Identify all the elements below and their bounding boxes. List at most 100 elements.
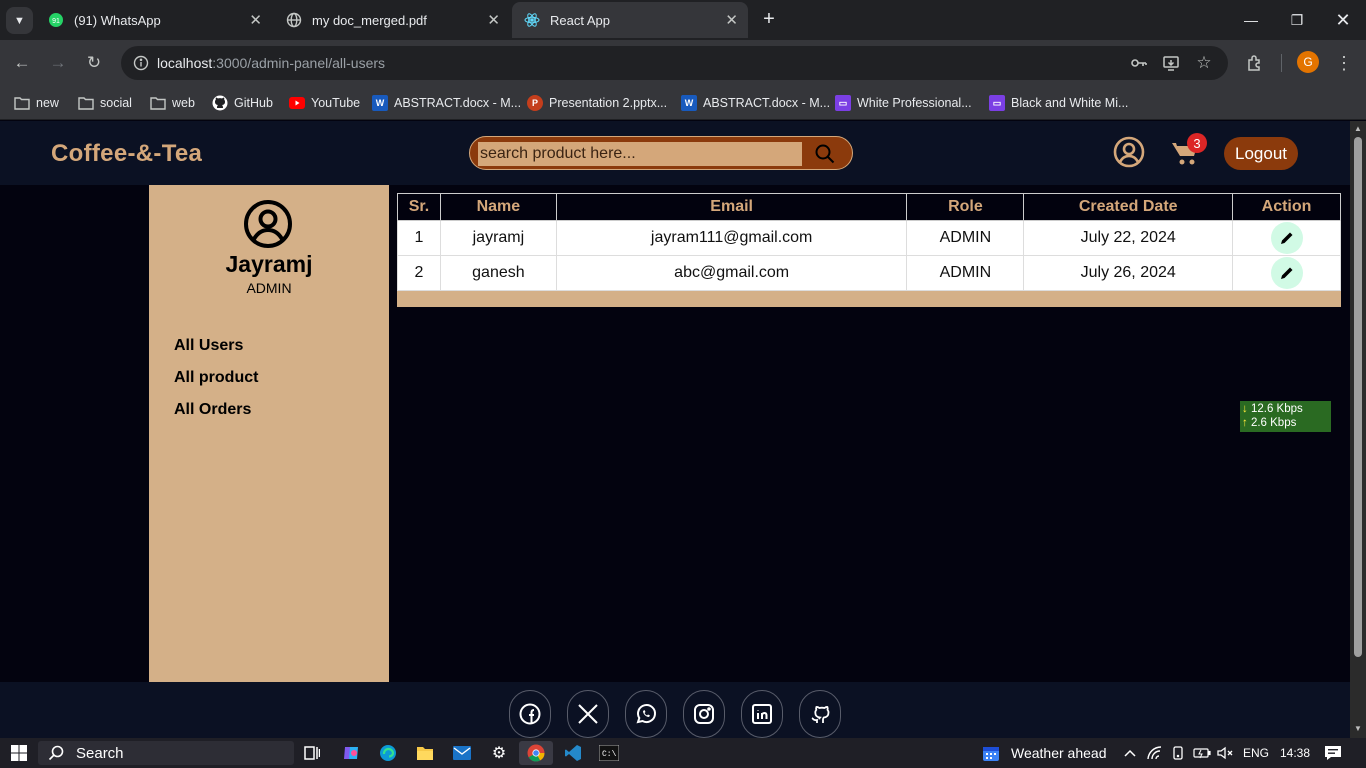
whatsapp-icon[interactable] bbox=[625, 690, 667, 738]
windows-start-icon[interactable] bbox=[8, 741, 30, 765]
bookmark-label: White Professional... bbox=[857, 96, 972, 110]
facebook-icon[interactable] bbox=[509, 690, 551, 738]
browser-menu-icon[interactable]: ⋮ bbox=[1330, 49, 1358, 77]
taskbar-search-label: Search bbox=[76, 744, 124, 762]
x-icon[interactable] bbox=[567, 690, 609, 738]
user-avatar-icon bbox=[243, 199, 293, 249]
column-header-action: Action bbox=[1232, 193, 1341, 221]
close-icon[interactable]: ✕ bbox=[725, 11, 738, 29]
volume-muted-icon[interactable] bbox=[1217, 741, 1233, 765]
column-header-email: Email bbox=[555, 193, 908, 221]
bookmark-abstract-1[interactable]: W ABSTRACT.docx - M... bbox=[372, 93, 521, 113]
word-icon: W bbox=[372, 95, 388, 111]
bookmark-web[interactable]: web bbox=[150, 93, 195, 113]
weather-label[interactable]: Weather ahead bbox=[1011, 741, 1106, 765]
cell-name: ganesh bbox=[439, 255, 557, 291]
sidebar-link-all-users[interactable]: All Users bbox=[174, 337, 243, 355]
bookmark-label: YouTube bbox=[311, 96, 361, 110]
scroll-down-arrow[interactable]: ▼ bbox=[1354, 724, 1362, 733]
bookmark-youtube[interactable]: YouTube bbox=[289, 93, 360, 113]
close-icon[interactable]: ✕ bbox=[487, 11, 500, 29]
edit-user-button[interactable] bbox=[1270, 222, 1303, 254]
settings-gear-icon[interactable]: ⚙ bbox=[489, 741, 509, 765]
linkedin-icon[interactable] bbox=[741, 690, 783, 738]
install-app-icon[interactable] bbox=[1160, 52, 1182, 74]
pencil-icon bbox=[1280, 267, 1293, 279]
password-key-icon[interactable] bbox=[1128, 52, 1150, 74]
sidebar-link-all-orders[interactable]: All Orders bbox=[174, 401, 251, 419]
new-tab-button[interactable]: + bbox=[756, 6, 782, 32]
edit-user-button[interactable] bbox=[1270, 257, 1303, 289]
scrollbar-thumb[interactable] bbox=[1354, 137, 1362, 657]
whatsapp-icon: 91 bbox=[48, 12, 64, 28]
canva-icon: ▭ bbox=[989, 95, 1005, 111]
bookmark-black-white[interactable]: ▭ Black and White Mi... bbox=[989, 93, 1128, 113]
back-button[interactable]: ← bbox=[8, 49, 36, 77]
keyboard-language[interactable]: ENG bbox=[1243, 741, 1269, 765]
reload-button[interactable]: ↻ bbox=[80, 49, 108, 77]
mail-icon[interactable] bbox=[452, 741, 472, 765]
address-bar[interactable]: localhost:3000/admin-panel/all-users ☆ bbox=[121, 46, 1228, 80]
word-icon: W bbox=[681, 95, 697, 111]
tab-whatsapp[interactable]: 91 (91) WhatsApp ✕ bbox=[36, 2, 272, 38]
column-header-name: Name bbox=[439, 193, 557, 221]
bookmarks-bar: new social web GitHub YouTube W ABSTRACT.… bbox=[0, 86, 1366, 120]
bookmark-star-icon[interactable]: ☆ bbox=[1193, 52, 1215, 74]
weather-icon[interactable] bbox=[980, 741, 1002, 765]
search-icon bbox=[48, 745, 64, 761]
task-view-icon[interactable] bbox=[302, 741, 322, 765]
phone-link-icon[interactable] bbox=[1170, 741, 1186, 765]
close-icon[interactable]: ✕ bbox=[249, 11, 262, 29]
sidebar-link-all-product[interactable]: All product bbox=[174, 369, 258, 387]
notifications-icon[interactable] bbox=[1323, 741, 1343, 765]
url-host: localhost bbox=[157, 55, 213, 71]
product-search-input[interactable] bbox=[478, 142, 802, 166]
extensions-icon[interactable] bbox=[1241, 49, 1269, 77]
scroll-up-arrow[interactable]: ▲ bbox=[1354, 124, 1362, 133]
tab-pdf[interactable]: my doc_merged.pdf ✕ bbox=[274, 2, 510, 38]
instagram-icon[interactable] bbox=[683, 690, 725, 738]
cell-role: ADMIN bbox=[906, 220, 1025, 256]
page-scrollbar[interactable]: ▲ ▼ bbox=[1350, 121, 1366, 738]
bookmark-presentation[interactable]: P Presentation 2.pptx... bbox=[527, 93, 667, 113]
tab-search-button[interactable]: ▼ bbox=[6, 7, 33, 34]
edge-browser-icon[interactable] bbox=[378, 741, 398, 765]
copilot-icon[interactable] bbox=[341, 741, 361, 765]
logout-button[interactable]: Logout bbox=[1224, 137, 1298, 170]
bookmark-new[interactable]: new bbox=[14, 93, 59, 113]
github-icon[interactable] bbox=[799, 690, 841, 738]
bookmark-white-professional[interactable]: ▭ White Professional... bbox=[835, 93, 972, 113]
cell-email: jayram111@gmail.com bbox=[555, 220, 908, 256]
vscode-icon[interactable] bbox=[563, 741, 583, 765]
battery-icon[interactable] bbox=[1193, 741, 1211, 765]
chevron-up-icon[interactable] bbox=[1122, 741, 1138, 765]
github-icon bbox=[212, 95, 228, 111]
chrome-taskbar-icon[interactable] bbox=[519, 741, 553, 765]
terminal-icon[interactable]: C:\ bbox=[598, 741, 620, 765]
url-text[interactable]: localhost:3000/admin-panel/all-users bbox=[157, 55, 385, 71]
file-explorer-icon[interactable] bbox=[415, 741, 435, 765]
wifi-icon[interactable] bbox=[1147, 741, 1163, 765]
search-icon[interactable] bbox=[814, 143, 836, 165]
download-speed: ↓ 12.6 Kbps bbox=[1242, 403, 1303, 415]
site-info-icon[interactable] bbox=[129, 51, 153, 75]
forward-button[interactable]: → bbox=[44, 49, 72, 77]
tab-react-app[interactable]: React App ✕ bbox=[512, 2, 748, 38]
user-profile-icon[interactable] bbox=[1113, 136, 1145, 168]
bookmark-social[interactable]: social bbox=[78, 93, 132, 113]
window-close-button[interactable]: ✕ bbox=[1320, 0, 1366, 40]
upload-speed-value: 2.6 Kbps bbox=[1250, 417, 1297, 429]
web-page: Coffee-&-Tea 3 Logout Jayramj ADMIN All … bbox=[0, 121, 1350, 738]
youtube-icon bbox=[289, 95, 305, 111]
profile-avatar[interactable]: G bbox=[1297, 51, 1319, 73]
powerpoint-icon: P bbox=[527, 95, 543, 111]
taskbar-search-box[interactable]: Search bbox=[38, 741, 294, 765]
bookmark-github[interactable]: GitHub bbox=[212, 93, 273, 113]
admin-sidebar: Jayramj ADMIN All Users All product All … bbox=[149, 185, 389, 682]
bookmark-abstract-2[interactable]: W ABSTRACT.docx - M... bbox=[681, 93, 830, 113]
minimize-button[interactable]: — bbox=[1228, 0, 1274, 40]
app-logo[interactable]: Coffee-&-Tea bbox=[51, 140, 202, 168]
restore-button[interactable]: ❐ bbox=[1274, 0, 1320, 40]
clock-time[interactable]: 14:38 bbox=[1280, 741, 1310, 765]
globe-icon bbox=[286, 12, 302, 28]
